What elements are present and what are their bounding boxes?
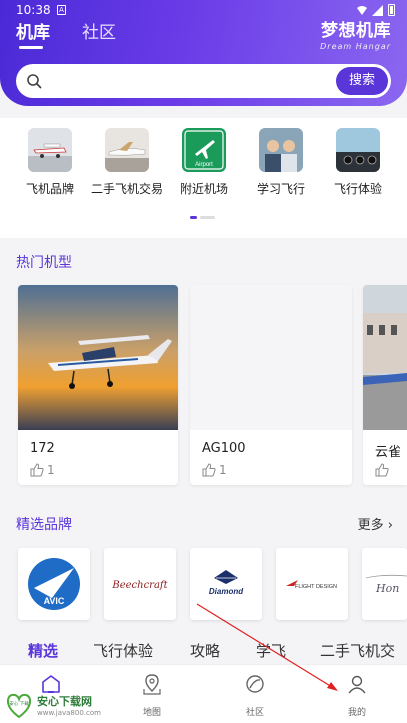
- tab-flight-experience[interactable]: 飞行体验: [93, 640, 153, 661]
- diamond-logo: Diamond: [209, 570, 244, 596]
- model-name: 云雀: [375, 445, 402, 460]
- search-icon: [27, 74, 42, 89]
- beechcraft-logo: Beechcraft: [111, 580, 168, 591]
- community-icon: [246, 675, 264, 693]
- model-name: AG100: [202, 441, 246, 456]
- category-flight-experience[interactable]: 飞行体验: [316, 128, 400, 197]
- brand-card-honda[interactable]: Hon: [362, 548, 407, 620]
- like-count[interactable]: [375, 463, 389, 477]
- more-label: 更多: [357, 518, 384, 533]
- brand-card-flight-design[interactable]: FLIGHT DESIGN: [276, 548, 348, 620]
- honda-jet-logo: Hon: [365, 574, 407, 595]
- thumbs-up-icon: [202, 463, 216, 477]
- category-label: 飞机品牌: [25, 182, 74, 196]
- profile-icon: [348, 675, 366, 694]
- like-number: 1: [219, 463, 227, 477]
- brand-card-avic[interactable]: AVIC: [18, 548, 90, 620]
- jet-photo: [105, 128, 149, 172]
- header-bar: 10:38 A 机库 社区 梦想机库 Dream Hangar 搜索: [0, 0, 407, 106]
- search-bar[interactable]: 搜索: [16, 64, 391, 98]
- aircraft-photo-placeholder: [190, 285, 352, 430]
- battery-icon: [388, 4, 395, 16]
- feed-tabs: 精选 飞行体验 攻略 学飞 二手飞机交: [0, 632, 407, 664]
- svg-text:AVIC: AVIC: [44, 596, 65, 606]
- section-title-brands: 精选品牌: [16, 517, 72, 533]
- model-card[interactable]: 172 1: [18, 285, 178, 485]
- pilots-photo: [259, 128, 303, 172]
- category-label: 二手飞机交易: [90, 182, 163, 196]
- map-pin-icon: [143, 674, 161, 695]
- svg-text:Hon: Hon: [375, 582, 399, 595]
- svg-text:Beechcraft: Beechcraft: [111, 580, 168, 591]
- tab-used-aircraft[interactable]: 二手飞机交: [320, 640, 395, 661]
- category-grid: 飞机品牌 二手飞机交易 Airport 附近机场 学习飞行 飞行体验: [0, 118, 407, 238]
- thumbs-up-icon: [30, 463, 44, 477]
- like-count[interactable]: 1: [202, 463, 227, 477]
- category-learn-flying[interactable]: 学习飞行: [239, 128, 323, 197]
- svg-text:Airport: Airport: [195, 162, 213, 168]
- category-used-aircraft[interactable]: 二手飞机交易: [85, 128, 169, 197]
- watermark-title: 安心下载网: [37, 695, 92, 708]
- category-label: 学习飞行: [256, 182, 305, 196]
- tab-community[interactable]: 社区: [82, 18, 116, 43]
- watermark: 安心 下载 安心下载网 www.java800.com: [4, 690, 101, 720]
- section-title-hot-models: 热门机型: [16, 255, 72, 271]
- brand-name: 梦想机库: [321, 21, 391, 41]
- page-indicator: [190, 216, 215, 219]
- tab-learn-flying[interactable]: 学飞: [256, 640, 286, 661]
- nav-label: 地图: [142, 708, 161, 718]
- status-time: 10:38: [16, 3, 51, 17]
- category-aircraft-brand[interactable]: 飞机品牌: [8, 128, 92, 197]
- svg-text:安心 下载: 安心 下载: [9, 700, 29, 707]
- small-plane-photo: [28, 128, 72, 172]
- chevron-right-icon: ›: [387, 518, 393, 533]
- cockpit-photo: [336, 128, 380, 172]
- svg-text:Diamond: Diamond: [209, 587, 244, 596]
- thumbs-up-icon: [375, 463, 389, 477]
- avic-logo: AVIC: [28, 558, 80, 610]
- nav-label: 我的: [347, 708, 366, 718]
- model-card[interactable]: 云雀: [363, 285, 407, 485]
- brand-card-diamond[interactable]: Diamond: [190, 548, 262, 620]
- tab-hangar-underline: [19, 46, 43, 49]
- like-number: 1: [47, 463, 55, 477]
- sim-icon: A: [57, 5, 66, 15]
- signal-icon: [372, 4, 383, 16]
- tab-featured[interactable]: 精选: [28, 640, 58, 661]
- page-dot: [200, 216, 215, 219]
- tab-guides[interactable]: 攻略: [190, 640, 220, 661]
- more-brands-link[interactable]: 更多 ›: [358, 514, 393, 533]
- brand-logo: 梦想机库 Dream Hangar: [320, 16, 391, 51]
- search-button[interactable]: 搜索: [336, 67, 388, 95]
- category-nearby-airport[interactable]: Airport 附近机场: [162, 128, 246, 197]
- brand-subtitle: Dream Hangar: [320, 42, 391, 51]
- like-count[interactable]: 1: [30, 463, 55, 477]
- watermark-logo: 安心 下载: [6, 693, 32, 719]
- flight-design-logo: FLIGHT DESIGN: [286, 580, 337, 590]
- aircraft-photo: [18, 285, 178, 430]
- nav-profile[interactable]: 我的: [327, 673, 387, 718]
- model-card[interactable]: AG100 1: [190, 285, 352, 485]
- svg-text:FLIGHT DESIGN: FLIGHT DESIGN: [295, 584, 337, 590]
- watermark-url: www.java800.com: [37, 709, 101, 717]
- airport-sign-icon: Airport: [182, 128, 226, 172]
- nav-community[interactable]: 社区: [225, 673, 285, 718]
- category-label: 附近机场: [179, 182, 228, 196]
- nav-label: 社区: [245, 708, 264, 718]
- category-label: 飞行体验: [333, 182, 382, 196]
- nav-map[interactable]: 地图: [122, 673, 182, 718]
- wifi-icon: [357, 5, 367, 15]
- model-name: 172: [30, 441, 55, 456]
- tab-hangar[interactable]: 机库: [16, 18, 50, 43]
- aircraft-photo: [363, 285, 407, 430]
- brand-card-beechcraft[interactable]: Beechcraft: [104, 548, 176, 620]
- page-dot-active: [190, 216, 197, 219]
